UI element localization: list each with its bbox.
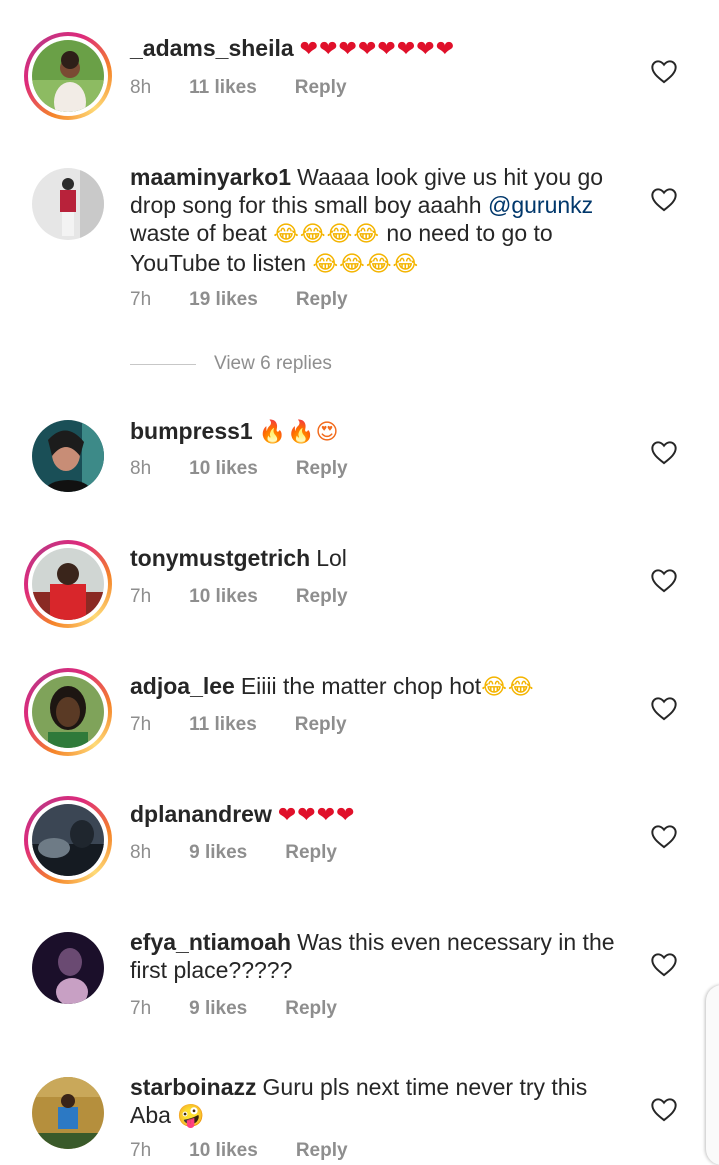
avatar bbox=[32, 932, 104, 1004]
comment-username[interactable]: maaminyarko1 bbox=[130, 164, 291, 190]
reply-button[interactable]: Reply bbox=[285, 998, 337, 1019]
avatar-story-ring[interactable] bbox=[24, 540, 112, 628]
avatar bbox=[32, 1077, 104, 1149]
heart-outline-icon[interactable] bbox=[650, 567, 678, 593]
comment-likes[interactable]: 9 likes bbox=[189, 998, 247, 1019]
avatar-story-ring[interactable] bbox=[24, 796, 112, 884]
edge-panel-handle[interactable] bbox=[706, 985, 719, 1165]
comment-time: 7h bbox=[130, 1140, 152, 1161]
reply-button[interactable]: Reply bbox=[295, 77, 347, 98]
comment-likes[interactable]: 10 likes bbox=[189, 1140, 258, 1161]
heart-outline-icon[interactable] bbox=[650, 695, 678, 721]
comment-time: 7h bbox=[130, 289, 152, 310]
heart-outline-icon[interactable] bbox=[650, 823, 678, 849]
fire-emoji: 🔥🔥😍 bbox=[258, 420, 340, 445]
comment-likes[interactable]: 10 likes bbox=[189, 458, 258, 479]
avatar bbox=[32, 676, 104, 748]
view-replies-button[interactable]: View 6 replies bbox=[130, 350, 332, 378]
comment-likes[interactable]: 19 likes bbox=[189, 289, 258, 310]
heart-outline-icon[interactable] bbox=[650, 58, 678, 84]
comment-likes[interactable]: 11 likes bbox=[189, 77, 257, 98]
comment-text: Lol bbox=[316, 545, 347, 571]
comment-username[interactable]: bumpress1 bbox=[130, 418, 253, 444]
avatar bbox=[32, 420, 104, 492]
laugh-emoji: 😂😂😂😂 bbox=[312, 252, 420, 277]
comment-username[interactable]: tonymustgetrich bbox=[130, 545, 310, 571]
avatar bbox=[32, 804, 104, 876]
reply-button[interactable]: Reply bbox=[296, 289, 348, 310]
laugh-emoji: 😂😂 bbox=[481, 675, 535, 700]
comment-username[interactable]: efya_ntiamoah bbox=[130, 929, 291, 955]
avatar-wrap[interactable] bbox=[24, 924, 112, 1012]
laugh-emoji: 😂😂😂😂 bbox=[273, 222, 381, 247]
reply-button[interactable]: Reply bbox=[295, 714, 347, 735]
heart-outline-icon[interactable] bbox=[650, 1096, 678, 1122]
comment-likes[interactable]: 10 likes bbox=[189, 586, 258, 607]
crazy-face-emoji: 🤪 bbox=[177, 1104, 206, 1129]
heart-outline-icon[interactable] bbox=[650, 186, 678, 212]
comment-text: waste of beat bbox=[130, 220, 267, 246]
heart-outline-icon[interactable] bbox=[650, 951, 678, 977]
reply-button[interactable]: Reply bbox=[285, 842, 337, 863]
heart-emoji: ❤❤❤❤❤❤❤❤ bbox=[299, 37, 456, 62]
heart-emoji: ❤❤❤❤ bbox=[277, 803, 356, 828]
comment-time: 7h bbox=[130, 586, 152, 607]
reply-button[interactable]: Reply bbox=[296, 1140, 348, 1161]
avatar-wrap[interactable] bbox=[24, 160, 112, 248]
heart-outline-icon[interactable] bbox=[650, 439, 678, 465]
comment-username[interactable]: _adams_sheila bbox=[130, 35, 294, 61]
reply-button[interactable]: Reply bbox=[296, 458, 348, 479]
replies-divider bbox=[130, 363, 196, 365]
comment-text: Eiiii the matter chop hot bbox=[240, 673, 482, 699]
comment-time: 8h bbox=[130, 458, 152, 479]
comment-likes[interactable]: 11 likes bbox=[189, 714, 257, 735]
avatar-story-ring[interactable] bbox=[24, 668, 112, 756]
avatar bbox=[32, 168, 104, 240]
comment-likes[interactable]: 9 likes bbox=[189, 842, 247, 863]
comment-time: 7h bbox=[130, 714, 152, 735]
comment-username[interactable]: dplanandrew bbox=[130, 801, 272, 827]
comment-time: 8h bbox=[130, 842, 152, 863]
comment-time: 8h bbox=[130, 77, 152, 98]
comment-time: 7h bbox=[130, 998, 152, 1019]
avatar bbox=[32, 548, 104, 620]
mention-link[interactable]: @gurunkz bbox=[488, 192, 593, 218]
comment-username[interactable]: starboinazz bbox=[130, 1074, 257, 1100]
avatar-wrap[interactable] bbox=[24, 412, 112, 500]
avatar-wrap[interactable] bbox=[24, 1069, 112, 1157]
reply-button[interactable]: Reply bbox=[296, 586, 348, 607]
view-replies-label: View 6 replies bbox=[214, 353, 332, 374]
comment-username[interactable]: adjoa_lee bbox=[130, 673, 235, 699]
avatar-story-ring[interactable] bbox=[24, 32, 112, 120]
avatar bbox=[32, 40, 104, 112]
